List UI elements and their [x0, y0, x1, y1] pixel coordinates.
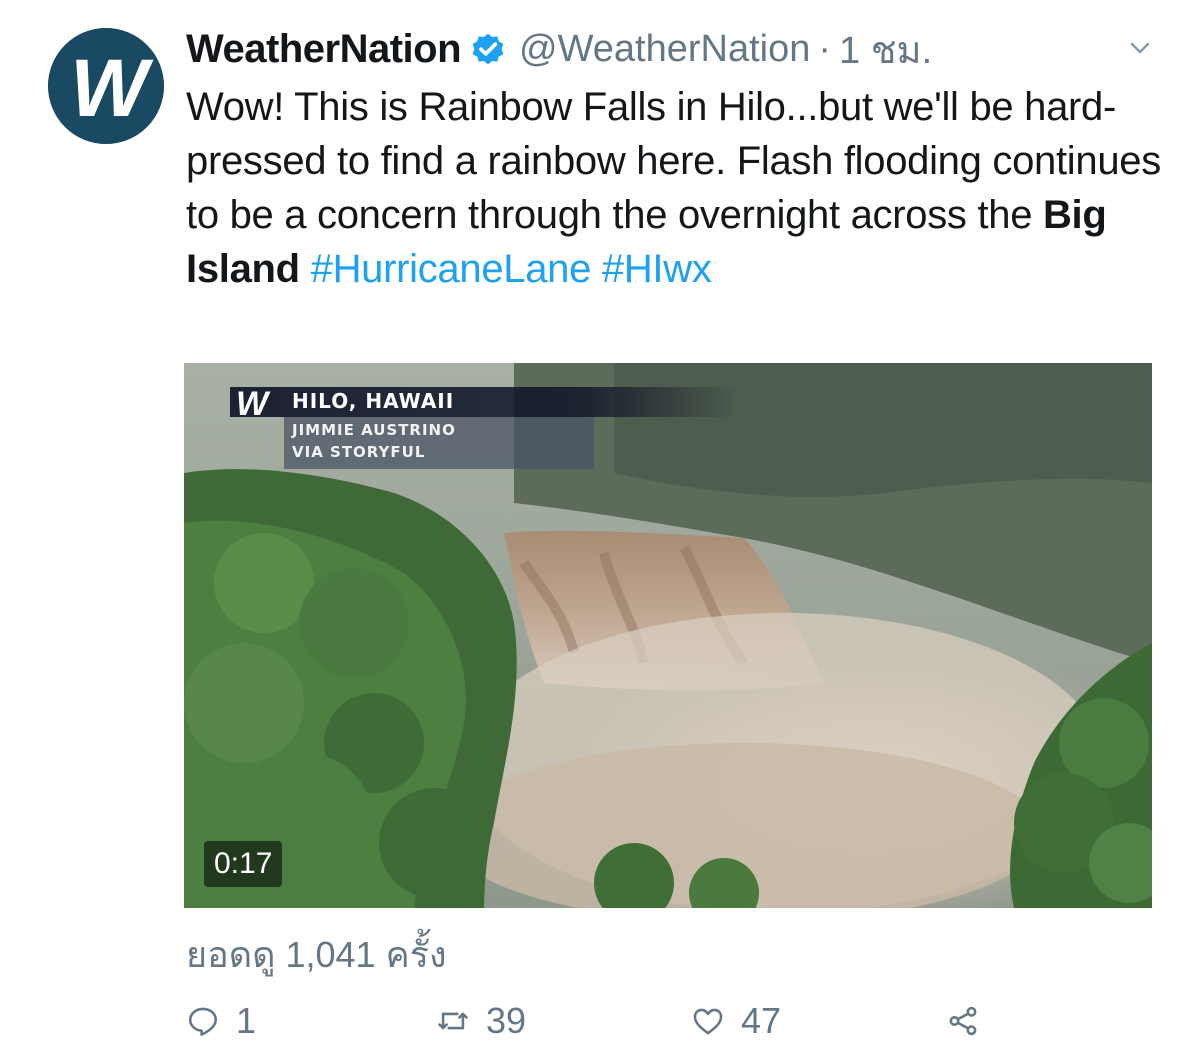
- tweet-text: Wow! This is Rainbow Falls in Hilo...but…: [186, 80, 1161, 296]
- share-icon: [949, 1006, 977, 1036]
- overlay-location: HILO, HAWAII: [292, 389, 455, 413]
- heart-icon: [693, 1008, 723, 1035]
- display-name[interactable]: WeatherNation: [186, 27, 462, 72]
- like-button[interactable]: 47: [691, 996, 781, 1046]
- video-duration: 0:17: [204, 841, 283, 887]
- timestamp[interactable]: 1 ชม.: [839, 19, 932, 80]
- overlay-credit-name: JIMMIE AUSTRINO: [292, 421, 456, 439]
- overlay-credit-source: VIA STORYFUL: [292, 443, 426, 461]
- verified-badge-icon: [472, 33, 504, 65]
- like-count: 47: [741, 1000, 782, 1041]
- weathernation-overlay-logo: W: [236, 385, 268, 423]
- separator-dot: ·: [818, 27, 832, 70]
- tweet-text-plain: Wow! This is Rainbow Falls in Hilo...but…: [186, 85, 1161, 237]
- hashtag-hurricanelane[interactable]: #HurricaneLane: [311, 247, 592, 291]
- retweet-icon: [438, 1012, 468, 1030]
- share-button[interactable]: [946, 996, 980, 1046]
- weathernation-logo-icon: W: [48, 28, 164, 144]
- retweet-button[interactable]: 39: [436, 996, 526, 1046]
- chevron-down-icon[interactable]: [1126, 34, 1154, 62]
- svg-text:W: W: [70, 43, 154, 134]
- video-player[interactable]: W HILO, HAWAII JIMMIE AUSTRINO VIA STORY…: [184, 363, 1152, 908]
- reply-count: 1: [236, 1000, 257, 1041]
- hashtag-hiwx[interactable]: #HIwx: [602, 247, 712, 291]
- handle[interactable]: @WeatherNation: [519, 28, 810, 71]
- reply-button[interactable]: 1: [186, 996, 256, 1046]
- tweet-header: WeatherNation @WeatherNation · 1 ชม.: [186, 22, 932, 76]
- tweet-actions: 1 39 47: [186, 996, 1006, 1046]
- retweet-count: 39: [486, 1000, 527, 1041]
- reply-icon: [188, 1007, 218, 1036]
- view-count: ยอดดู 1,041 ครั้ง: [186, 934, 447, 975]
- avatar[interactable]: W: [48, 28, 164, 144]
